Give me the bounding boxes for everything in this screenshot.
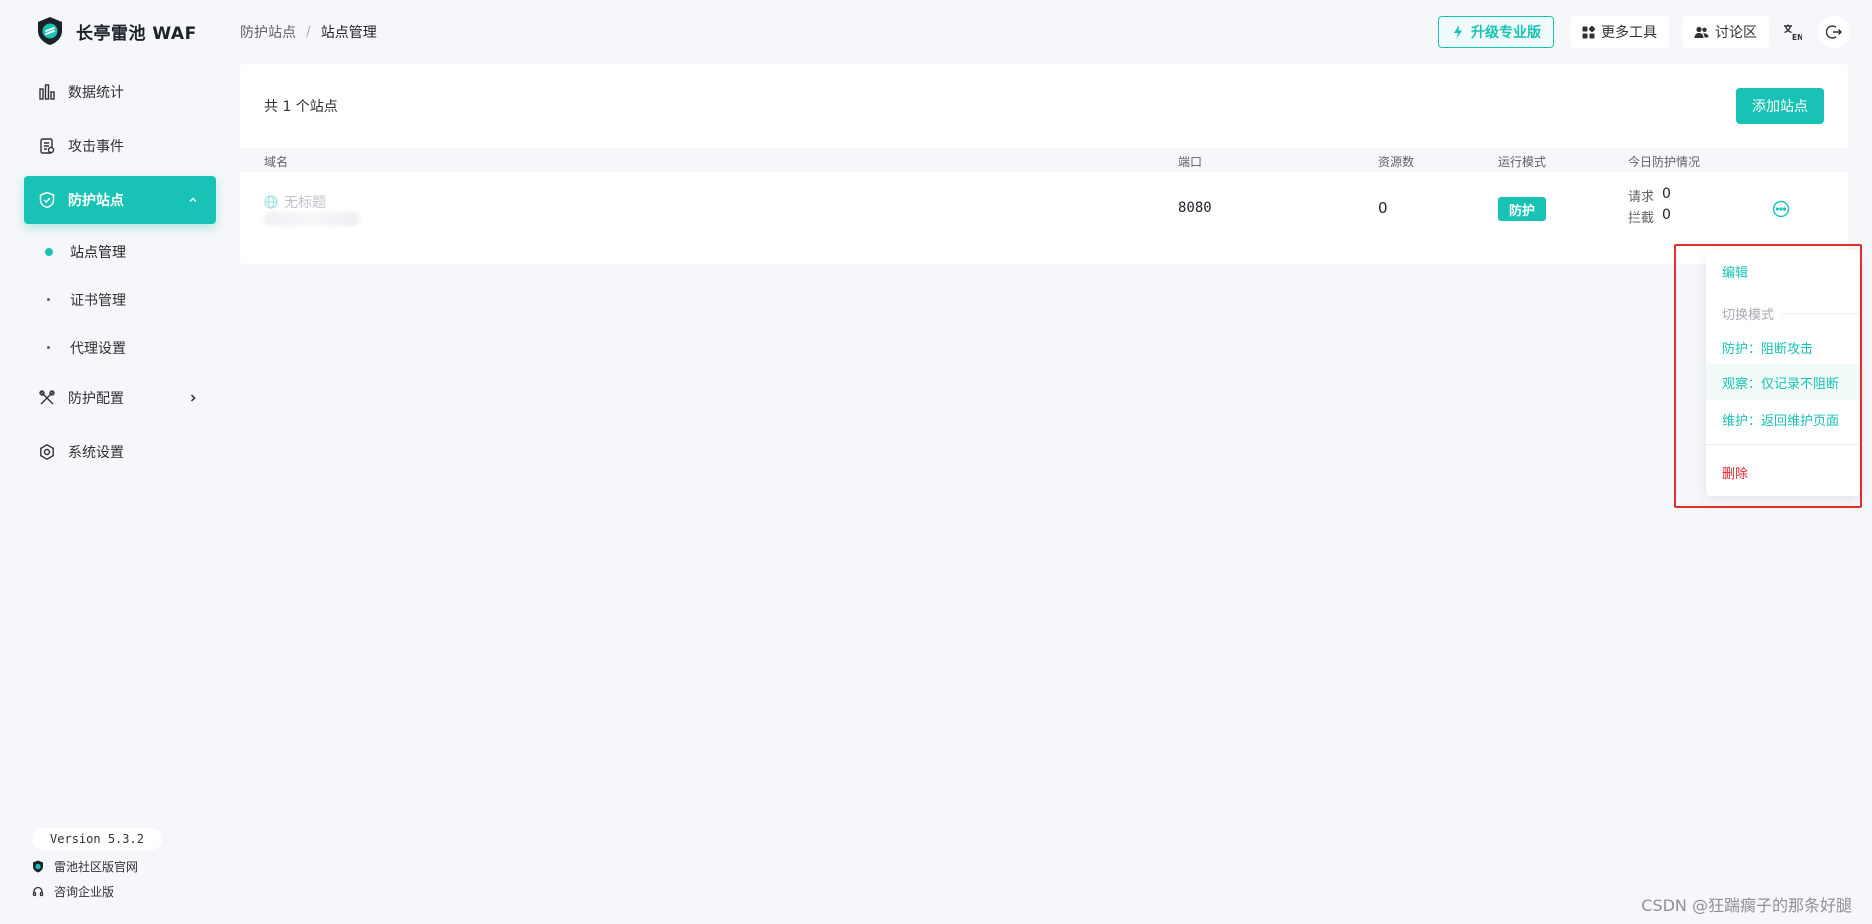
breadcrumb-item-current: 站点管理 [320,25,377,41]
sidebar-item-sites[interactable]: 防护站点 [24,176,216,224]
sidebar-item-label: 防护配置 [68,391,124,407]
link-label: 雷池社区版官网 [54,860,139,874]
column-header-port: 端口 [1178,155,1203,169]
column-header-mode: 运行模式 [1498,155,1547,169]
dropdown-mode-protect[interactable]: 防护：阻断攻击 [1722,338,1813,357]
group-line [1782,313,1860,314]
breadcrumb: 防护站点 / 站点管理 [240,20,377,44]
today-blocks: 拦截 0 [1628,207,1671,226]
chevron-up-icon [188,176,198,224]
forum-button[interactable]: 讨论区 [1682,16,1769,48]
link-label: 咨询企业版 [54,885,115,899]
breadcrumb-item-sites[interactable]: 防护站点 [240,22,296,42]
domain-placeholder: 无标题 [284,195,326,211]
column-header-resources: 资源数 [1378,155,1415,169]
breadcrumb-separator: / [306,24,311,40]
forum-label: 讨论区 [1715,25,1757,41]
table-row[interactable]: 无标题 8080 0 防护 请求 0 拦截 0 [240,172,1848,260]
more-tools-label: 更多工具 [1601,25,1657,41]
gear-icon [40,443,54,461]
sidebar-subitem-proxy[interactable]: 代理设置 [24,330,216,366]
logo[interactable]: 长亭雷池 WAF [36,14,197,48]
dropdown-edit[interactable]: 编辑 [1722,262,1748,281]
grid-icon [1582,25,1595,38]
upgrade-icon [1454,25,1462,39]
watermark: CSDN @狂踹瘸子的那条好腿 [1641,896,1852,915]
bullet-dot [47,346,50,349]
dropdown-divider [1706,444,1860,445]
globe-icon [264,195,278,209]
site-resources: 0 [1378,199,1388,217]
redacted-domain [264,212,360,226]
today-requests: 请求 0 [1628,186,1671,205]
bullet-dot [47,298,50,301]
block-count: 0 [1662,207,1671,223]
sidebar-item-protection-config[interactable]: 防护配置 [24,374,216,422]
mode-badge[interactable]: 防护 [1498,197,1546,221]
site-count: 共 1 个站点 [264,99,338,115]
community-site-link[interactable]: 雷池社区版官网 [32,858,138,875]
sidebar-item-label: 系统设置 [68,445,124,461]
lang-code: EN [1792,33,1802,41]
headset-icon [32,886,44,896]
language-switch-button[interactable]: EN [1776,16,1808,48]
column-header-today-protection: 今日防护情况 [1628,155,1701,169]
more-tools-button[interactable]: 更多工具 [1570,16,1669,48]
sidebar: 长亭雷池 WAF 数据统计 攻击事件 防护站点 站点管理 证书管理 代理设置 防… [0,0,240,924]
active-dot [45,248,53,256]
translate-icon: EN [1784,24,1802,41]
dropdown-group-switch-mode: 切换模式 [1722,304,1860,323]
sidebar-subitem-label: 代理设置 [70,341,126,357]
document-icon [40,138,55,154]
more-icon [1772,200,1790,218]
dropdown-delete[interactable]: 删除 [1722,463,1748,482]
table-header: 域名 端口 资源数 运行模式 今日防护情况 [240,148,1848,172]
version-badge: Version 5.3.2 [32,828,162,850]
sidebar-item-label: 防护站点 [68,193,124,209]
sidebar-item-label: 攻击事件 [68,139,124,155]
sidebar-subitem-certificates[interactable]: 证书管理 [24,282,216,318]
column-header-domain: 域名 [264,155,289,169]
logout-icon [1826,25,1842,39]
app-title: 长亭雷池 WAF [76,23,197,44]
sidebar-item-system-settings[interactable]: 系统设置 [24,428,216,476]
logo-shield-icon [38,17,62,45]
logout-button[interactable] [1818,16,1850,48]
sidebar-subitem-label: 站点管理 [70,245,126,261]
actions-dropdown: 编辑 切换模式 防护：阻断攻击 观察：仅记录不阻断 维护：返回维护页面 删除 [1706,250,1860,496]
sidebar-item-stats[interactable]: 数据统计 [24,68,216,116]
shield-icon [39,191,55,209]
sidebar-subitem-label: 证书管理 [70,293,126,309]
tools-icon [39,390,55,405]
more-actions-button[interactable] [1772,200,1790,222]
request-count: 0 [1662,186,1671,202]
block-label: 拦截 [1628,211,1655,226]
enterprise-consult-link[interactable]: 咨询企业版 [32,883,114,900]
sidebar-item-label: 数据统计 [68,85,124,101]
site-domain[interactable]: 无标题 [264,192,326,212]
add-site-button[interactable]: 添加站点 [1736,88,1824,124]
bar-chart-icon [39,84,55,100]
request-label: 请求 [1628,190,1655,205]
site-port: 8080 [1178,200,1212,216]
chevron-right-icon [188,374,198,422]
dropdown-mode-observe[interactable]: 观察：仅记录不阻断 [1706,364,1860,400]
shield-small-icon [33,860,43,873]
sites-card: 共 1 个站点 添加站点 域名 端口 资源数 运行模式 今日防护情况 无标题 8… [240,64,1848,264]
users-icon [1694,26,1709,38]
sidebar-subitem-site-management[interactable]: 站点管理 [24,234,216,270]
group-label: 切换模式 [1722,308,1775,323]
dropdown-mode-maintenance[interactable]: 维护：返回维护页面 [1722,410,1839,429]
upgrade-label: 升级专业版 [1471,25,1541,41]
upgrade-pro-button[interactable]: 升级专业版 [1438,16,1554,48]
sidebar-item-attacks[interactable]: 攻击事件 [24,122,216,170]
